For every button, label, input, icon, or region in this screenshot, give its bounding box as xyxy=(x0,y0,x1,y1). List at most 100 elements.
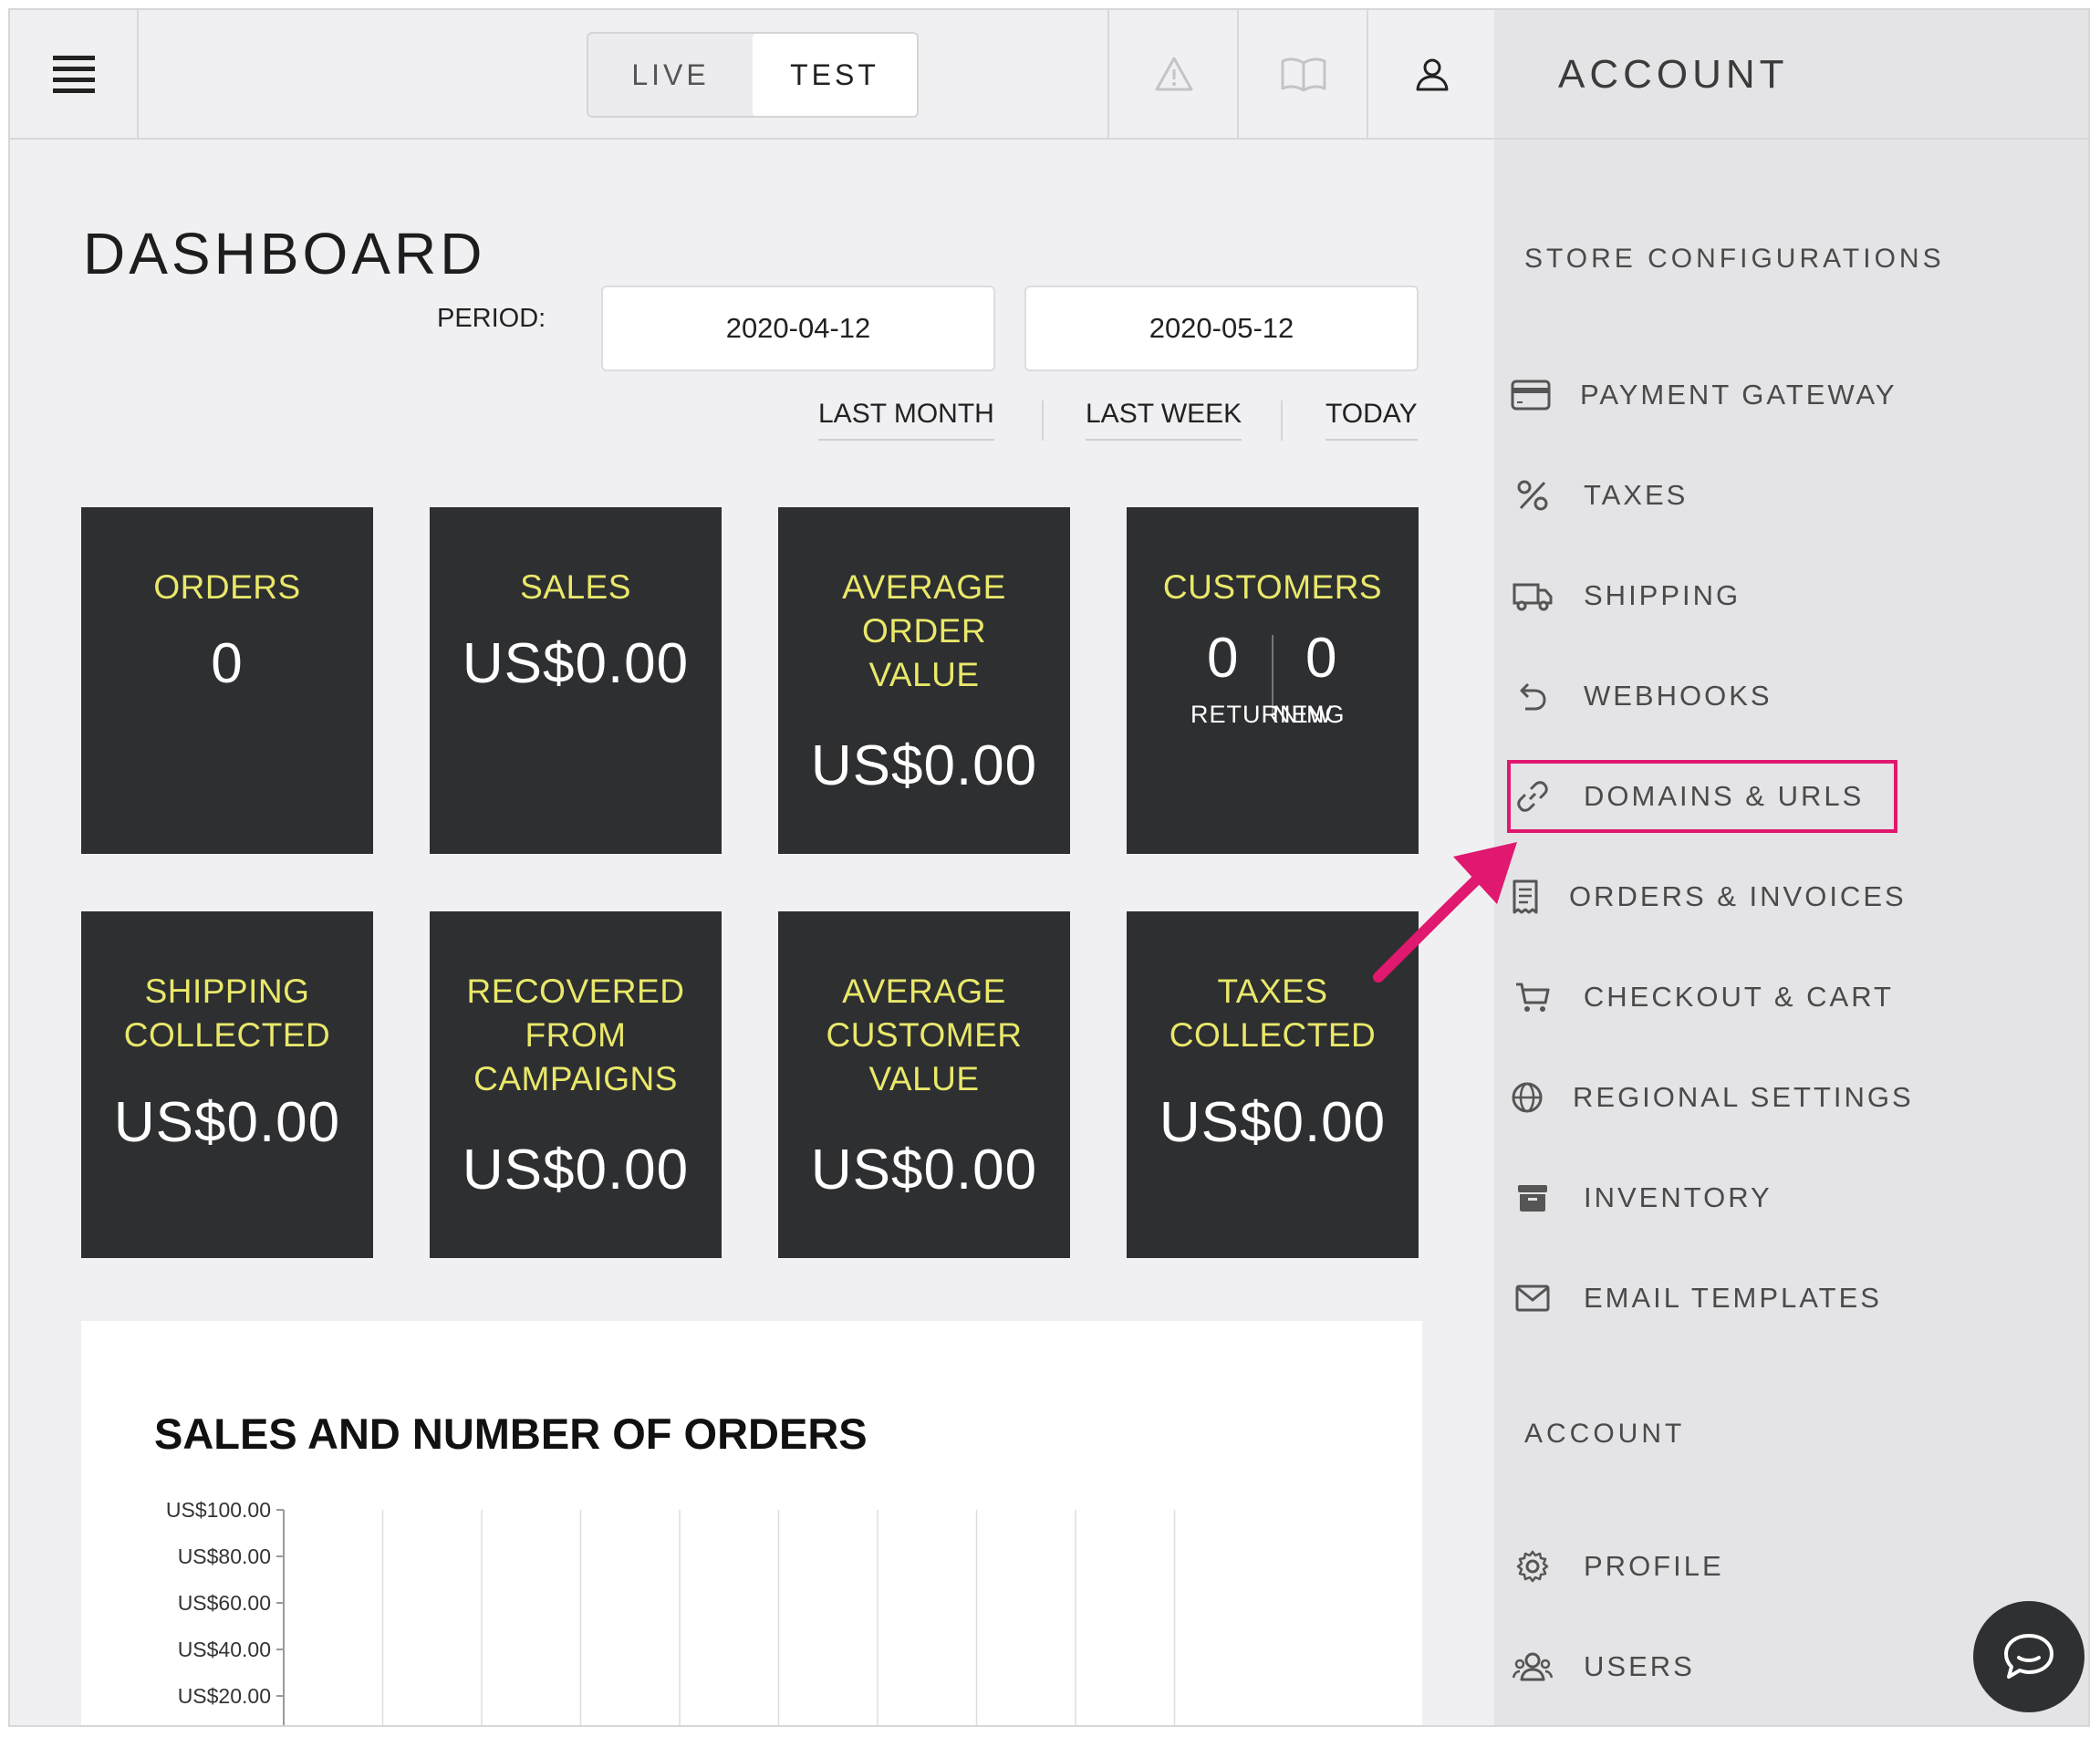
tile-label-line: TAXES xyxy=(1217,973,1328,1010)
last-month-link[interactable]: LAST MONTH xyxy=(818,399,994,441)
tile-label: ORDERS xyxy=(153,568,301,606)
account-heading: ACCOUNT xyxy=(1524,1419,1686,1449)
taxes-collected-value: US$0.00 xyxy=(1159,1091,1387,1154)
sidebar-item-label: USERS xyxy=(1584,1650,1695,1682)
customers-breakdown: 0 0 RETURNING NEW xyxy=(1127,626,1419,744)
date-from-input[interactable] xyxy=(601,286,995,371)
top-bar: LIVE TEST xyxy=(10,10,1494,140)
sidebar-item-payment-gateway[interactable]: PAYMENT GATEWAY xyxy=(1511,362,1897,428)
tile-label-line: AVERAGE xyxy=(842,568,1006,606)
gear-icon xyxy=(1511,1545,1554,1588)
receipt-icon xyxy=(1511,875,1540,919)
sidebar-item-label: CHECKOUT & CART xyxy=(1583,981,1894,1013)
tile-label-line: FROM xyxy=(525,1016,627,1054)
orders-tile: ORDERS 0 xyxy=(81,507,373,854)
cart-icon xyxy=(1511,975,1554,1019)
tile-label-line: COLLECTED xyxy=(123,1016,331,1054)
new-customers-value: 0 xyxy=(1305,627,1337,690)
docs-button[interactable] xyxy=(1237,10,1368,138)
account-sidebar: ACCOUNT STORE CONFIGURATIONS PAYMENT GAT… xyxy=(1494,10,2088,1725)
user-icon xyxy=(1416,58,1449,91)
app-window: LIVE TEST DASHBOARD PERIOD: LAST M xyxy=(8,8,2090,1727)
tile-label-line: AVERAGE xyxy=(842,973,1006,1010)
tile-label-line: ORDER xyxy=(861,612,987,650)
recovered-campaigns-tile: RECOVERED FROM CAMPAIGNS US$0.00 xyxy=(430,911,722,1258)
sidebar-item-label: PAYMENT GATEWAY xyxy=(1580,379,1897,411)
sales-value: US$0.00 xyxy=(462,632,690,695)
sidebar-item-domains-urls[interactable]: DOMAINS & URLS xyxy=(1507,760,1897,833)
link-icon xyxy=(1511,775,1554,818)
tile-label-line: CUSTOMER xyxy=(826,1016,1023,1054)
warning-icon xyxy=(1155,57,1193,91)
globe-icon xyxy=(1511,1076,1544,1119)
sidebar-item-checkout-cart[interactable]: CHECKOUT & CART xyxy=(1511,964,1894,1030)
store-configurations-heading: STORE CONFIGURATIONS xyxy=(1524,244,1945,274)
sidebar-item-orders-invoices[interactable]: ORDERS & INVOICES xyxy=(1511,864,1904,930)
book-icon xyxy=(1281,57,1326,92)
new-label: NEW xyxy=(1273,701,1333,728)
sidebar-item-webhooks[interactable]: WEBHOOKS xyxy=(1511,663,1894,729)
account-button[interactable] xyxy=(1367,10,1496,138)
tile-label-line: VALUE xyxy=(868,1060,980,1097)
average-order-value-tile: AVERAGE ORDER VALUE US$0.00 xyxy=(778,507,1070,854)
sidebar-title: ACCOUNT xyxy=(1558,52,1789,97)
sidebar-item-label: SHIPPING xyxy=(1584,579,1741,611)
sidebar-item-label: ORDERS & INVOICES xyxy=(1569,880,1907,912)
sidebar-item-shipping[interactable]: SHIPPING xyxy=(1511,563,1894,629)
chat-button[interactable] xyxy=(1973,1601,2084,1712)
sidebar-item-label: PROFILE xyxy=(1584,1550,1724,1582)
y-tick-label: US$20.00 xyxy=(178,1684,271,1708)
customers-tile: CUSTOMERS 0 0 RETURNING NEW xyxy=(1127,507,1419,854)
sales-chart: US$100.00 US$80.00 US$60.00 US$40.00 US$20.0… xyxy=(166,1498,1176,1725)
average-customer-value: US$0.00 xyxy=(810,1139,1038,1201)
period-label: PERIOD: xyxy=(437,304,546,333)
tile-label: CUSTOMERS xyxy=(1162,568,1383,606)
tile-label: SALES xyxy=(520,568,631,606)
shipping-collected-tile: SHIPPING COLLECTED US$0.00 xyxy=(81,911,373,1258)
tile-label: AVERAGE ORDER VALUE xyxy=(842,566,1006,697)
sidebar-item-users[interactable]: USERS xyxy=(1511,1634,1894,1700)
average-order-value: US$0.00 xyxy=(810,734,1038,797)
tile-label-line: VALUE xyxy=(868,656,980,693)
page-title: DASHBOARD xyxy=(83,221,486,286)
envelope-icon xyxy=(1511,1276,1554,1320)
sidebar-header: ACCOUNT xyxy=(1494,10,2088,140)
mode-test-button[interactable]: TEST xyxy=(753,34,917,116)
alerts-button[interactable] xyxy=(1107,10,1239,138)
y-tick-label: US$60.00 xyxy=(178,1591,271,1615)
tile-label-line: COLLECTED xyxy=(1169,1016,1377,1054)
today-link[interactable]: TODAY xyxy=(1325,399,1418,441)
shipping-collected-value: US$0.00 xyxy=(113,1091,341,1154)
sidebar-item-taxes[interactable]: TAXES xyxy=(1511,463,1894,528)
recovered-campaigns-value: US$0.00 xyxy=(462,1139,690,1201)
sales-chart-panel: SALES AND NUMBER OF ORDERS US$100.00 US$8… xyxy=(81,1321,1422,1725)
tile-label-line: CAMPAIGNS xyxy=(473,1060,678,1097)
tile-label: TAXES COLLECTED xyxy=(1170,970,1377,1057)
sidebar-item-inventory[interactable]: INVENTORY xyxy=(1511,1165,1894,1231)
archive-icon xyxy=(1511,1176,1554,1220)
sidebar-item-label: EMAIL TEMPLATES xyxy=(1584,1282,1882,1314)
mode-live-button[interactable]: LIVE xyxy=(588,34,753,116)
sidebar-item-profile[interactable]: PROFILE xyxy=(1511,1534,1894,1599)
percent-icon xyxy=(1511,473,1554,517)
users-icon xyxy=(1511,1645,1554,1689)
divider xyxy=(1042,400,1044,441)
date-to-input[interactable] xyxy=(1024,286,1419,371)
sidebar-item-label: REGIONAL SETTINGS xyxy=(1573,1081,1914,1113)
y-tick-label: US$100.00 xyxy=(166,1498,271,1522)
last-week-link[interactable]: LAST WEEK xyxy=(1086,399,1242,441)
menu-button[interactable] xyxy=(10,10,139,138)
sales-tile: SALES US$0.00 xyxy=(430,507,722,854)
sidebar-item-regional-settings[interactable]: REGIONAL SETTINGS xyxy=(1511,1065,1911,1130)
y-tick-label: US$80.00 xyxy=(178,1545,271,1568)
average-customer-value-tile: AVERAGE CUSTOMER VALUE US$0.00 xyxy=(778,911,1070,1258)
divider xyxy=(1281,400,1283,441)
sidebar-item-label: INVENTORY xyxy=(1584,1181,1773,1213)
mode-toggle[interactable]: LIVE TEST xyxy=(587,32,919,118)
taxes-collected-tile: TAXES COLLECTED US$0.00 xyxy=(1127,911,1419,1258)
tile-label: RECOVERED FROM CAMPAIGNS xyxy=(467,970,685,1101)
sidebar-item-email-templates[interactable]: EMAIL TEMPLATES xyxy=(1511,1265,1894,1331)
sidebar-item-label: DOMAINS & URLS xyxy=(1584,780,1865,812)
tile-label: AVERAGE CUSTOMER VALUE xyxy=(826,970,1022,1101)
hamburger-icon xyxy=(52,55,95,93)
